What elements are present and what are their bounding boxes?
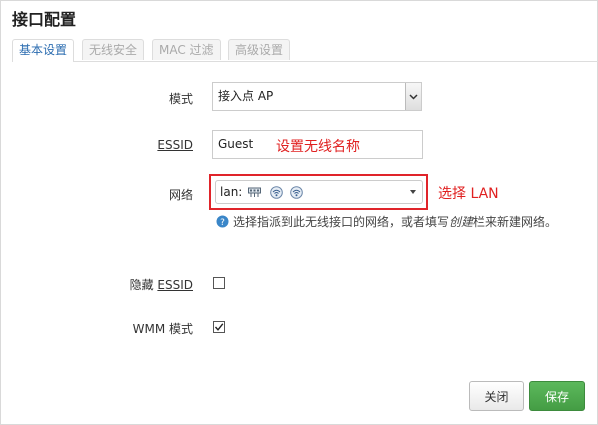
network-hint: ? 选择指派到此无线接口的网络，或者填写创建栏来新建网络。 bbox=[216, 213, 566, 231]
hint-create-emphasis: 创建 bbox=[449, 215, 474, 229]
dialog-title: 接口配置 bbox=[12, 10, 77, 29]
hint-text-suffix: 栏来新建网络。 bbox=[473, 215, 558, 229]
tab-mac-filter[interactable]: MAC 过滤 bbox=[152, 39, 221, 60]
essid-value: Guest bbox=[218, 137, 254, 151]
wmm-label: WMM 模式 bbox=[132, 322, 193, 336]
hide-essid-label-essid: ESSID bbox=[157, 278, 193, 292]
mode-dropdown-button[interactable] bbox=[405, 83, 421, 110]
essid-label: ESSID bbox=[157, 138, 193, 152]
chevron-down-icon bbox=[409, 93, 418, 100]
mode-label: 模式 bbox=[168, 92, 193, 106]
network-label: 网络 bbox=[168, 188, 193, 202]
close-button[interactable]: 关闭 bbox=[469, 381, 524, 411]
essid-annotation: 设置无线名称 bbox=[276, 139, 360, 155]
wmm-checkbox[interactable] bbox=[213, 321, 225, 333]
hint-text-prefix: 选择指派到此无线接口的网络，或者填写 bbox=[233, 215, 450, 229]
network-annotation: 选择 LAN bbox=[438, 186, 499, 202]
tab-wireless-security[interactable]: 无线安全 bbox=[82, 39, 145, 60]
svg-text:?: ? bbox=[220, 218, 225, 228]
network-value-prefix: lan: bbox=[220, 185, 243, 199]
tab-advanced-settings[interactable]: 高级设置 bbox=[228, 39, 291, 60]
save-button[interactable]: 保存 bbox=[529, 381, 585, 411]
mode-select[interactable]: 接入点 AP bbox=[212, 82, 422, 111]
hide-essid-checkbox[interactable] bbox=[213, 277, 225, 289]
hide-essid-label-prefix: 隐藏 bbox=[129, 278, 158, 292]
wifi-icon bbox=[290, 186, 303, 199]
hide-essid-label: 隐藏 ESSID bbox=[130, 276, 193, 293]
checkmark-icon bbox=[214, 323, 224, 331]
mode-value: 接入点 AP bbox=[218, 89, 274, 103]
tab-basic-settings[interactable]: 基本设置 bbox=[12, 39, 75, 62]
ethernet-icon bbox=[248, 187, 261, 197]
dropdown-arrow-icon bbox=[410, 190, 416, 194]
network-select[interactable]: lan: bbox=[215, 180, 423, 204]
wifi-icon bbox=[270, 186, 283, 199]
tab-bar: 基本设置 无线安全 MAC 过滤 高级设置 bbox=[12, 39, 598, 62]
help-icon: ? bbox=[216, 215, 229, 228]
